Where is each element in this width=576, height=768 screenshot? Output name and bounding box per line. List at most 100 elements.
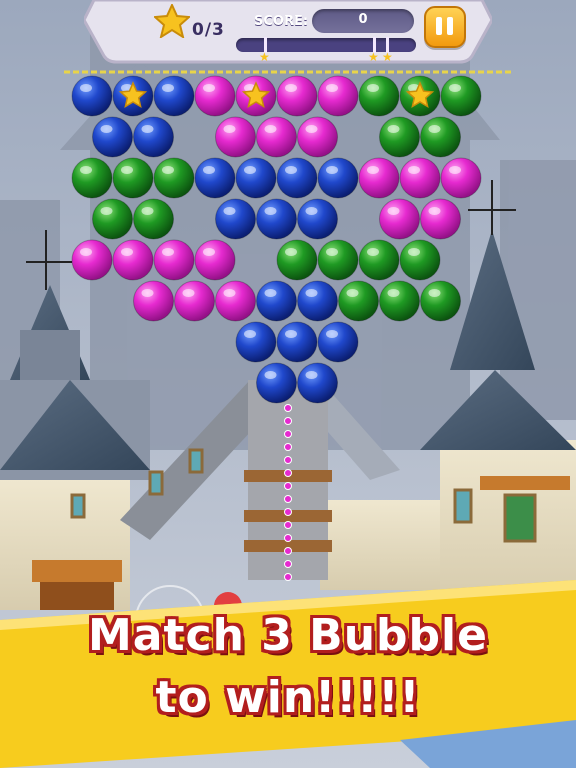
bubble-highlight [203,166,215,174]
magenta-bubble [133,280,174,322]
bubble-highlight [223,289,236,297]
bubble-highlight [285,330,297,338]
bubble-highlight [326,84,338,92]
magenta-bubble [440,157,482,199]
score-box: 0 [312,9,414,33]
bubble-highlight [100,207,113,215]
blue-bubble [276,321,318,363]
bubble-highlight [326,330,338,338]
magenta-bubble [112,239,154,281]
blue-bubble [297,198,338,240]
stars-collected-count: 0/3 [192,20,225,40]
banner-line-2: to win!!!!! [155,672,421,723]
bubble-highlight [223,207,236,215]
blue-bubble [256,280,297,322]
blue-bubble [215,198,256,240]
bubble-highlight [346,289,359,297]
bubble-highlight [244,330,256,338]
bubble-highlight [285,248,297,256]
green-bubble [112,157,154,199]
bubble-highlight [264,371,277,379]
bubble-highlight [449,166,461,174]
green-bubble [276,239,318,281]
magenta-bubble [276,75,318,117]
magenta-bubble [256,116,297,158]
bubble-highlight [387,207,400,215]
bubble-highlight [223,125,236,133]
score-label: SCORE: [254,14,309,29]
blue-bubble [256,362,297,404]
aim-dot [284,547,292,555]
green-bubble [317,239,359,281]
progress-star-icon: ★ [259,50,270,64]
bubble-highlight [305,207,318,215]
pause-button[interactable] [424,6,466,48]
green-bubble [379,280,420,322]
bubble-highlight [80,84,92,92]
bubble-highlight [428,207,441,215]
magenta-bubble [215,280,256,322]
bubble-highlight [428,289,441,297]
blue-bubble [153,75,195,117]
blue-bubble [235,157,277,199]
bubble-highlight [305,125,318,133]
bubble-highlight [285,84,297,92]
progress-star-icon: ★ [382,50,393,64]
blue-bubble [317,157,359,199]
green-bubble [379,116,420,158]
bubble-highlight [162,166,174,174]
magenta-bubble [297,116,338,158]
banner-line-1: Match 3 Bubble [88,610,488,661]
bubble-highlight [264,289,277,297]
bubble-highlight [449,84,461,92]
bubble-highlight [80,248,92,256]
bubble-highlight [162,84,174,92]
blue-bubble [133,116,174,158]
green-bubble [399,239,441,281]
aim-dot [284,469,292,477]
magenta-bubble [358,157,400,199]
magenta-bubble [194,239,236,281]
magenta-bubble [153,239,195,281]
bubble-highlight [264,207,277,215]
green-bubble [420,116,461,158]
blue-bubble [235,321,277,363]
green-bubble [440,75,482,117]
magenta-bubble [420,198,461,240]
blue-bubble [92,116,133,158]
green-bubble [71,157,113,199]
pause-icon [436,17,442,35]
bubble-highlight [285,166,297,174]
bubble-highlight [326,166,338,174]
aim-dot [284,521,292,529]
bubble-highlight [80,166,92,174]
bubble-highlight [408,166,420,174]
bubble-highlight [367,248,379,256]
bubble-highlight [326,248,338,256]
bubble-highlight [121,166,133,174]
bubble-highlight [203,84,215,92]
green-bubble [420,280,461,322]
aim-dot [284,417,292,425]
aim-dot [284,508,292,516]
bubble-highlight [244,166,256,174]
pause-icon-bar [447,17,453,35]
aim-dot [284,495,292,503]
bubble-highlight [182,289,195,297]
magenta-bubble [194,75,236,117]
aim-dot [284,560,292,568]
green-bubble [153,157,195,199]
bubble-highlight [387,289,400,297]
bubble-highlight [141,289,154,297]
blue-bubble [317,321,359,363]
bubble-highlight [387,125,400,133]
green-bubble [358,239,400,281]
progress-star-icon: ★ [368,50,379,64]
magenta-bubble [399,157,441,199]
aim-dot [284,404,292,412]
bubble-highlight [264,125,277,133]
bubble-highlight [408,248,420,256]
blue-bubble [297,362,338,404]
score-progress-bar: ★ ★ ★ [236,37,416,63]
green-bubble [338,280,379,322]
